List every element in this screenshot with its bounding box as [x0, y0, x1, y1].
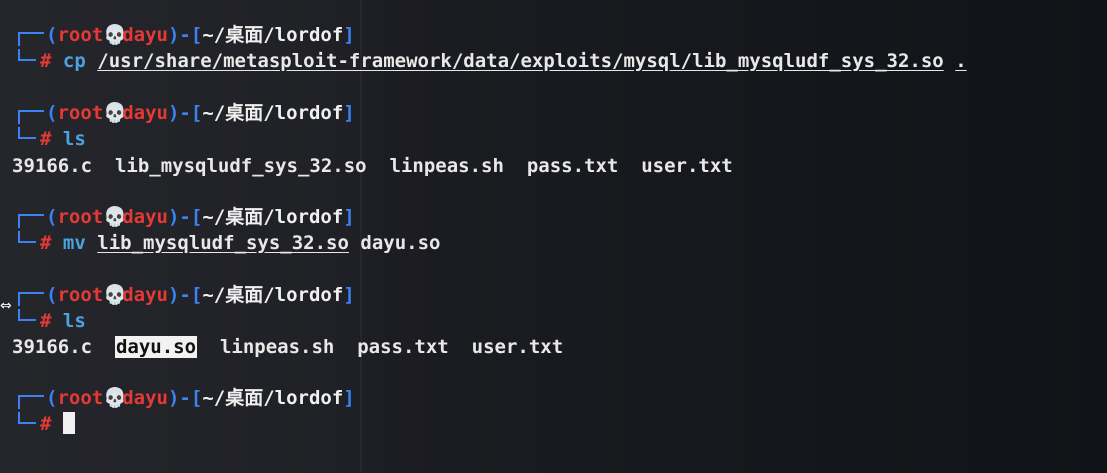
- file-entry: user.txt: [641, 155, 733, 177]
- prompt-frame-top: [18, 32, 44, 46]
- prompt-host: dayu: [122, 284, 168, 306]
- file-entry: linpeas.sh: [389, 155, 504, 177]
- file-entry: 39166.c: [12, 336, 93, 358]
- skull-icon: 💀: [103, 206, 127, 228]
- resize-cursor-icon: ⇔: [0, 298, 12, 314]
- skull-icon: 💀: [103, 387, 127, 409]
- command-name: cp: [62, 50, 86, 72]
- prompt-frame-bottom: [18, 231, 36, 243]
- file-entry: 39166.c: [12, 155, 93, 177]
- skull-icon: 💀: [103, 24, 127, 46]
- prompt-frame-top: [18, 292, 44, 306]
- prompt-frame-top: [18, 214, 44, 228]
- prompt-block-2: (root💀dayu)-[~/桌面/lordof] # ls: [18, 100, 355, 152]
- prompt-frame-bottom: [18, 127, 36, 139]
- command-line: # ls: [18, 308, 355, 334]
- text-cursor: [62, 412, 75, 434]
- prompt-frame-bottom: [18, 309, 36, 321]
- prompt-host: dayu: [122, 102, 168, 124]
- prompt-frame-top: [18, 395, 44, 409]
- command-line-active[interactable]: #: [18, 411, 355, 437]
- prompt-symbol: #: [40, 128, 52, 150]
- file-entry-selected[interactable]: dayu.so: [114, 336, 198, 358]
- file-entry: pass.txt: [526, 155, 619, 177]
- prompt-line: (root💀dayu)-[~/桌面/lordof]: [18, 22, 967, 48]
- ls-output-2: 39166.c dayu.so linpeas.sh pass.txt user…: [12, 334, 563, 360]
- prompt-host: dayu: [122, 387, 168, 409]
- file-entry: linpeas.sh: [219, 336, 335, 358]
- prompt-block-4: (root💀dayu)-[~/桌面/lordof] # ls: [18, 282, 355, 334]
- prompt-user: root: [57, 102, 104, 124]
- prompt-cwd: ~/桌面/lordof: [202, 387, 344, 409]
- prompt-host: dayu: [122, 24, 168, 46]
- skull-icon: 💀: [103, 102, 127, 124]
- terminal-window[interactable]: (root💀dayu)-[~/桌面/lordof] # cp /usr/shar…: [0, 0, 1107, 473]
- command-arg: .: [955, 50, 967, 72]
- prompt-user: root: [57, 206, 104, 228]
- prompt-cwd: ~/桌面/lordof: [202, 102, 344, 124]
- prompt-frame-top: [18, 110, 44, 124]
- prompt-block-3: (root💀dayu)-[~/桌面/lordof] # mv lib_mysql…: [18, 204, 440, 256]
- prompt-symbol: #: [40, 413, 52, 435]
- command-name: ls: [62, 128, 86, 150]
- prompt-host: dayu: [122, 206, 168, 228]
- command-arg: /usr/share/metasploit-framework/data/exp…: [97, 50, 944, 72]
- prompt-symbol: #: [40, 310, 52, 332]
- command-name: mv: [62, 232, 86, 254]
- command-line: # cp /usr/share/metasploit-framework/dat…: [18, 48, 967, 74]
- prompt-symbol: #: [40, 232, 52, 254]
- skull-icon: 💀: [103, 284, 127, 306]
- command-line: # mv lib_mysqludf_sys_32.so dayu.so: [18, 230, 440, 256]
- prompt-line: (root💀dayu)-[~/桌面/lordof]: [18, 385, 355, 411]
- file-entry: pass.txt: [357, 336, 449, 358]
- prompt-symbol: #: [40, 50, 52, 72]
- prompt-cwd: ~/桌面/lordof: [202, 24, 344, 46]
- prompt-cwd: ~/桌面/lordof: [202, 206, 344, 228]
- prompt-user: root: [57, 24, 104, 46]
- prompt-line: (root💀dayu)-[~/桌面/lordof]: [18, 100, 355, 126]
- prompt-line: (root💀dayu)-[~/桌面/lordof]: [18, 282, 355, 308]
- command-arg: dayu.so: [360, 232, 441, 254]
- file-entry: lib_mysqludf_sys_32.so: [114, 155, 367, 177]
- command-line: # ls: [18, 126, 355, 152]
- file-entry: user.txt: [471, 336, 564, 358]
- command-arg: lib_mysqludf_sys_32.so: [97, 232, 349, 254]
- prompt-frame-bottom: [18, 412, 36, 424]
- command-name: ls: [62, 310, 86, 332]
- ls-output-1: 39166.c lib_mysqludf_sys_32.so linpeas.s…: [12, 153, 733, 179]
- prompt-user: root: [57, 387, 104, 409]
- prompt-line: (root💀dayu)-[~/桌面/lordof]: [18, 204, 440, 230]
- prompt-block-1: (root💀dayu)-[~/桌面/lordof] # cp /usr/shar…: [18, 22, 967, 74]
- prompt-cwd: ~/桌面/lordof: [202, 284, 344, 306]
- prompt-user: root: [57, 284, 104, 306]
- prompt-block-5: (root💀dayu)-[~/桌面/lordof] #: [18, 385, 355, 437]
- prompt-frame-bottom: [18, 49, 36, 61]
